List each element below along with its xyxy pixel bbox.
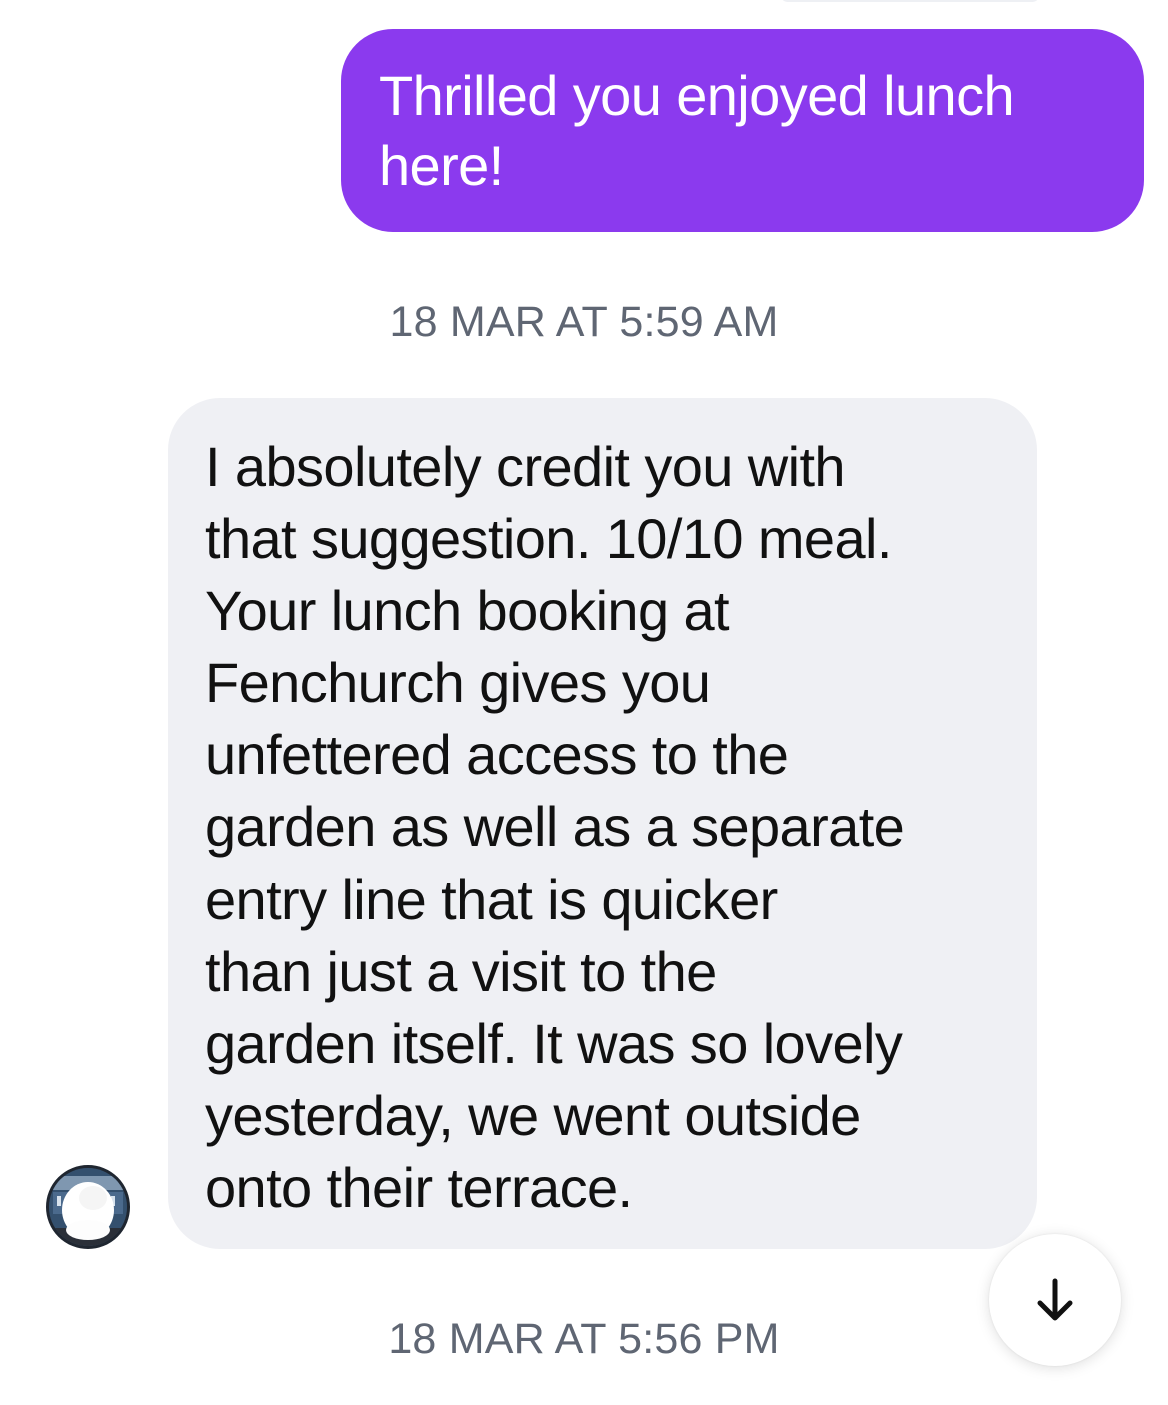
sender-avatar[interactable] (46, 1165, 130, 1249)
previous-message-edge (780, 0, 1040, 2)
incoming-message-bubble[interactable]: I absolutely credit you with that sugges… (168, 398, 1037, 1249)
message-timestamp: 18 MAR AT 5:59 AM (389, 298, 779, 346)
outgoing-message-bubble[interactable]: Thrilled you enjoyed lunch here! (341, 29, 1144, 232)
message-thread[interactable]: Thrilled you enjoyed lunch here! 18 MAR … (0, 0, 1168, 1405)
avatar-photo-icon (49, 1168, 127, 1246)
message-timestamp: 18 MAR AT 5:56 PM (388, 1315, 780, 1363)
